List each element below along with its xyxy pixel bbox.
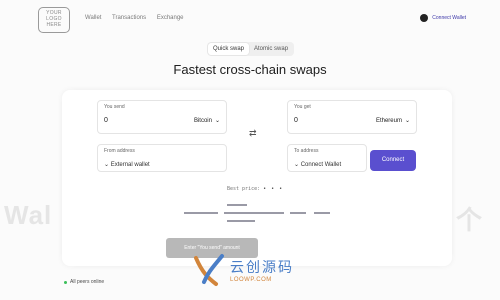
send-currency-select[interactable]: Bitcoin ⌄ [193, 117, 220, 125]
from-address-select[interactable]: ⌄ External wallet [104, 161, 150, 168]
connect-wallet-label: Connect Wallet [432, 15, 466, 21]
tab-atomic-swap[interactable]: Atomic swap [249, 43, 293, 55]
watermark-text-right: 个 [456, 205, 483, 235]
best-price-value: • • • [263, 186, 284, 192]
peer-status-text: All peers online [70, 279, 105, 285]
connect-wallet-link[interactable]: Connect Wallet [420, 14, 466, 22]
swap-card: You send 0 Bitcoin ⌄ ⇄ You get 0 Ethereu… [62, 90, 452, 266]
chevron-down-icon: ⌄ [294, 162, 301, 168]
watermark-icon [194, 254, 224, 286]
chevron-down-icon: ⌄ [104, 162, 111, 168]
get-currency-select[interactable]: Ethereum ⌄ [375, 117, 410, 125]
nav-item-wallet[interactable]: Wallet [85, 15, 101, 21]
watermark-logo: 云创源码 LOOWP.COM [192, 250, 332, 290]
send-label: You send [104, 104, 125, 110]
main-nav: Wallet Transactions Exchange [85, 15, 193, 21]
best-price-label: Best price: [227, 186, 261, 192]
watermark-text-left: Wal [4, 200, 53, 230]
top-bar: YOUR LOGO HERE Wallet Transactions Excha… [0, 0, 500, 40]
get-currency-label: Ethereum [375, 117, 402, 124]
from-address-label: From address [104, 148, 135, 154]
nav-item-exchange[interactable]: Exchange [157, 15, 184, 21]
get-field[interactable]: You get 0 Ethereum ⌄ [287, 100, 417, 134]
from-address-field[interactable]: From address ⌄ External wallet [97, 144, 227, 172]
peer-status: All peers online [64, 279, 104, 285]
chevron-down-icon: ⌄ [214, 118, 220, 124]
nav-item-transactions[interactable]: Transactions [112, 15, 146, 21]
get-amount[interactable]: 0 [294, 117, 298, 124]
tab-quick-swap[interactable]: Quick swap [208, 43, 250, 55]
best-price: Best price: • • • [227, 186, 283, 192]
swap-direction-icon[interactable]: ⇄ [249, 128, 257, 139]
swap-details-placeholder [182, 202, 332, 228]
to-address-label: To address [294, 148, 319, 154]
page-title: Fastest cross-chain swaps [173, 62, 327, 77]
wallet-icon [420, 14, 429, 22]
online-indicator-icon [64, 280, 67, 284]
watermark-url: LOOWP.COM [230, 277, 272, 283]
chevron-down-icon: ⌄ [404, 118, 410, 124]
watermark-cn-text: 云创源码 [230, 259, 294, 275]
app-logo[interactable]: YOUR LOGO HERE [38, 7, 70, 33]
get-label: You get [294, 104, 311, 110]
send-currency-label: Bitcoin [193, 117, 212, 124]
send-field[interactable]: You send 0 Bitcoin ⌄ [97, 100, 227, 134]
to-address-field[interactable]: To address ⌄ Connect Wallet [287, 144, 367, 172]
to-address-select[interactable]: ⌄ Connect Wallet [294, 161, 341, 168]
to-address-value: Connect Wallet [300, 162, 342, 168]
swap-mode-toggle: Quick swap Atomic swap [207, 42, 295, 56]
from-address-value: External wallet [110, 162, 150, 168]
send-amount[interactable]: 0 [104, 117, 108, 124]
connect-button[interactable]: Connect [370, 150, 416, 171]
